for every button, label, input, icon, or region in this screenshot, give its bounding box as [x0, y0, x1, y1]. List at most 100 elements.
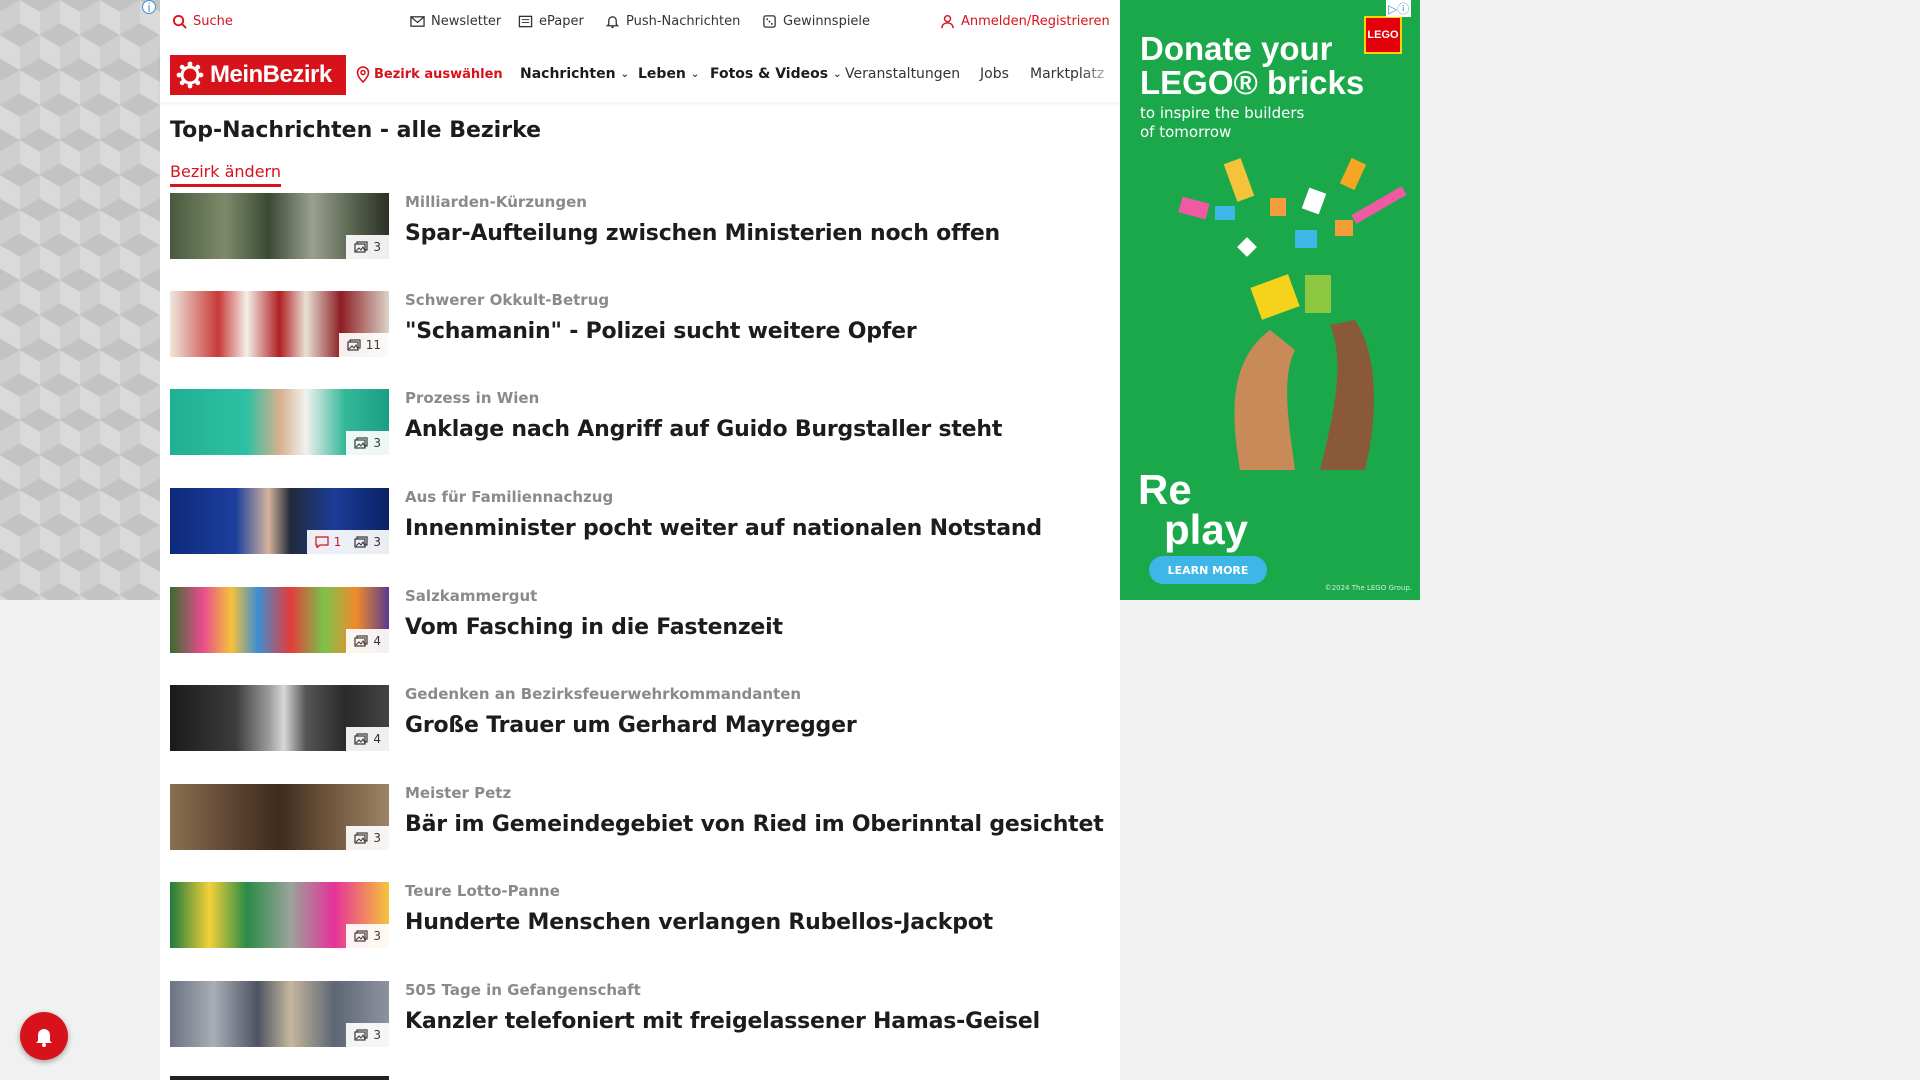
main-navigation: MeinBezirk Bezirk auswählen Nachrichten ⌄…	[160, 46, 1120, 102]
article-headline[interactable]: Vom Fasching in die Fastenzeit	[405, 615, 783, 640]
gallery-icon	[354, 536, 368, 548]
list-item[interactable]: 3 Prozess in Wien Anklage nach Angriff a…	[170, 389, 1110, 457]
article-headline[interactable]: Spar-Aufteilung zwischen Ministerien noc…	[405, 221, 1000, 246]
gallery-icon	[354, 930, 368, 942]
login-link[interactable]: Anmelden/Registrieren	[940, 14, 1110, 29]
gallery-icon	[354, 832, 368, 844]
site-logo[interactable]: MeinBezirk	[170, 55, 346, 95]
photo-count-badge: 3	[346, 431, 389, 455]
lego-ad-banner[interactable]: Donate your LEGO® bricks to inspire the …	[1120, 0, 1420, 600]
next-article-thumbnail-edge	[170, 1076, 389, 1080]
chevron-down-icon: ⌄	[620, 68, 629, 80]
list-item[interactable]: 3 Teure Lotto-Panne Hunderte Menschen ve…	[170, 882, 1110, 950]
article-kicker: 505 Tage in Gefangenschaft	[405, 981, 641, 999]
district-selector-label: Bezirk auswählen	[374, 67, 503, 82]
photo-count-badge: 3	[346, 924, 389, 948]
location-pin-icon	[356, 66, 370, 83]
gewinnspiele-label: Gewinnspiele	[783, 14, 871, 29]
nav-item-label: Veranstaltungen	[845, 66, 961, 82]
nav-item-veranstaltungen[interactable]: Veranstaltungen	[845, 66, 960, 82]
article-headline[interactable]: Kanzler telefoniert mit freigelassener H…	[405, 1009, 1040, 1034]
comment-count: 1	[333, 535, 342, 549]
chevron-down-icon: ⌄	[833, 68, 842, 80]
page-title: Top-Nachrichten - alle Bezirke	[170, 118, 542, 143]
article-kicker: Salzkammergut	[405, 587, 538, 605]
article-kicker: Schwerer Okkult-Betrug	[405, 291, 610, 309]
epaper-link[interactable]: ePaper	[518, 14, 584, 29]
nav-item-jobs[interactable]: Jobs	[980, 66, 1009, 82]
photo-count: 3	[373, 1028, 381, 1042]
photo-count: 3	[373, 929, 381, 943]
learn-more-button[interactable]: LEARN MORE	[1149, 556, 1267, 584]
comment-photo-badge: 1 3	[306, 530, 389, 554]
gallery-icon	[354, 241, 368, 253]
gallery-icon	[354, 437, 368, 449]
gallery-icon	[347, 339, 361, 351]
article-headline[interactable]: Bär im Gemeindegebiet von Ried im Oberin…	[405, 812, 1104, 837]
nav-item-leben[interactable]: Leben ⌄	[638, 66, 699, 82]
search-link[interactable]: Suche	[172, 14, 233, 29]
list-item[interactable]: 3 505 Tage in Gefangenschaft Kanzler tel…	[170, 981, 1110, 1049]
nav-item-label: Jobs	[980, 66, 1009, 82]
photo-count-badge: 3	[346, 235, 389, 259]
push-link[interactable]: Push-Nachrichten	[605, 14, 740, 29]
article-kicker: Milliarden-Kürzungen	[405, 193, 587, 211]
change-district-link[interactable]: Bezirk ändern	[170, 162, 281, 187]
ad-info-icon[interactable]: i	[142, 0, 156, 15]
nav-item-label: Nachrichten	[520, 66, 616, 82]
article-kicker: Meister Petz	[405, 784, 512, 802]
list-item[interactable]: 3 Meister Petz Bär im Gemeindegebiet von…	[170, 784, 1110, 852]
bell-icon	[36, 1029, 52, 1047]
adchoices-icon[interactable]: ▷ⓘ	[1386, 0, 1412, 17]
article-thumbnail[interactable]: 11	[170, 291, 389, 357]
article-thumbnail[interactable]: 3	[170, 882, 389, 948]
article-headline[interactable]: Hunderte Menschen verlangen Rubellos-Jac…	[405, 910, 993, 935]
nav-item-fotos-videos[interactable]: Fotos & Videos ⌄	[710, 66, 841, 82]
district-selector[interactable]: Bezirk auswählen	[356, 66, 503, 83]
lego-logo: LEGO	[1364, 16, 1402, 54]
article-thumbnail[interactable]: 3	[170, 193, 389, 259]
chevron-down-icon: ⌄	[690, 68, 700, 80]
newsletter-link[interactable]: Newsletter	[410, 14, 501, 29]
list-item[interactable]: 4 Gedenken an Bezirksfeuerwehrkommandant…	[170, 685, 1110, 753]
nav-item-nachrichten[interactable]: Nachrichten ⌄	[520, 66, 629, 82]
article-headline[interactable]: Große Trauer um Gerhard Mayregger	[405, 713, 857, 738]
article-thumbnail[interactable]: 3	[170, 784, 389, 850]
article-thumbnail[interactable]: 4	[170, 685, 389, 751]
article-headline[interactable]: Innenminister pocht weiter auf nationale…	[405, 516, 1042, 541]
article-kicker: Teure Lotto-Panne	[405, 882, 560, 900]
list-item[interactable]: 1 3 Aus für Familiennachzug Innenministe…	[170, 488, 1110, 556]
list-item[interactable]: 4 Salzkammergut Vom Fasching in die Fast…	[170, 587, 1110, 655]
ad-headline: Donate your LEGO® bricks	[1140, 32, 1364, 100]
photo-count: 3	[373, 240, 381, 254]
logo-text: MeinBezirk	[210, 61, 332, 88]
article-headline[interactable]: "Schamanin" - Polizei sucht weitere Opfe…	[405, 319, 917, 344]
photo-count: 4	[373, 634, 381, 648]
article-headline[interactable]: Anklage nach Angriff auf Guido Burgstall…	[405, 417, 1002, 442]
article-thumbnail[interactable]: 1 3	[170, 488, 389, 554]
photo-count: 3	[373, 535, 381, 549]
article-thumbnail[interactable]: 4	[170, 587, 389, 653]
replay-text-2: play	[1164, 506, 1249, 553]
photo-count-badge: 4	[346, 727, 389, 751]
gewinnspiele-link[interactable]: Gewinnspiele	[762, 14, 870, 29]
login-label: Anmelden/Registrieren	[961, 14, 1110, 29]
bell-icon	[605, 16, 620, 29]
ad-copyright: ©2024 The LEGO Group.	[1324, 584, 1412, 592]
nav-item-label: Fotos & Videos	[710, 66, 829, 82]
list-item[interactable]: 3 Milliarden-Kürzungen Spar-Aufteilung z…	[170, 193, 1110, 261]
notification-bell-button[interactable]	[20, 1012, 68, 1060]
article-thumbnail[interactable]: 3	[170, 981, 389, 1047]
newsletter-label: Newsletter	[431, 14, 502, 29]
article-thumbnail[interactable]: 3	[170, 389, 389, 455]
utility-bar: Suche Newsletter ePaper Push-Nachrichten…	[160, 0, 1120, 46]
article-kicker: Aus für Familiennachzug	[405, 488, 614, 506]
photo-count: 4	[373, 732, 381, 746]
replay-logo: Re play	[1138, 469, 1249, 553]
epaper-label: ePaper	[539, 14, 584, 29]
photo-count-badge: 3	[346, 826, 389, 850]
search-icon	[172, 14, 187, 29]
list-item[interactable]: 11 Schwerer Okkult-Betrug "Schamanin" - …	[170, 291, 1110, 359]
lego-bricks-illustration	[1178, 157, 1407, 470]
article-kicker: Gedenken an Bezirksfeuerwehrkommandanten	[405, 685, 802, 703]
